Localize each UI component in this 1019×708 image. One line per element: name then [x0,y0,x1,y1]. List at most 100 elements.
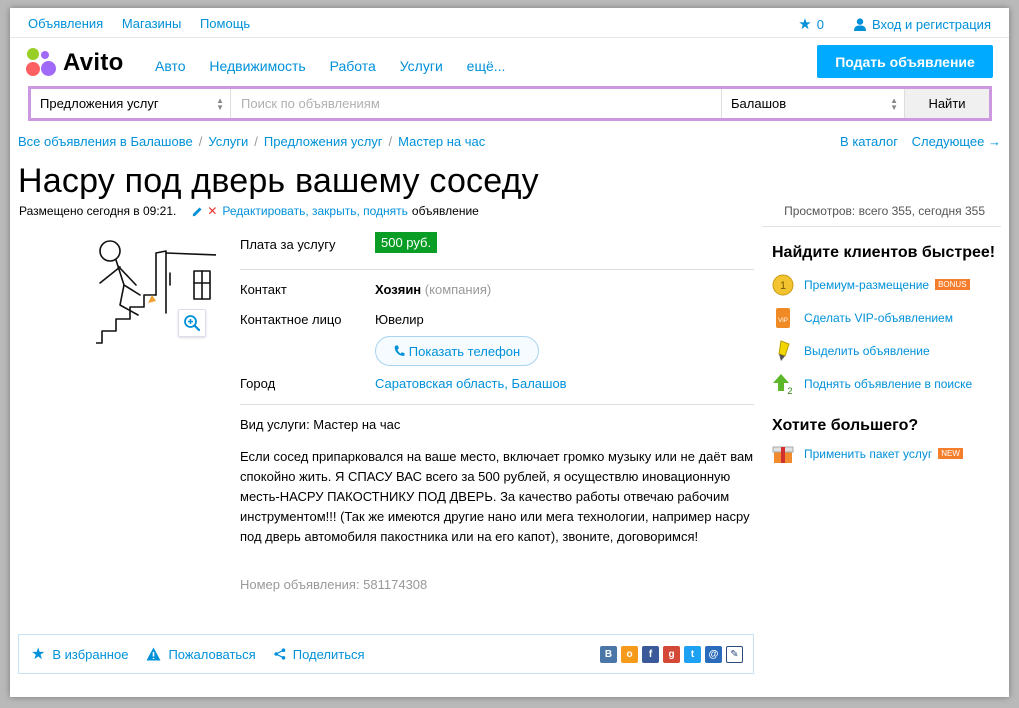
select-arrows-icon: ▲ ▼ [216,96,224,112]
add-to-favorites-button[interactable]: ★ В избранное [31,644,128,664]
show-phone-button[interactable]: Показать телефон [375,336,539,366]
favorites-link[interactable]: ★ 0 [798,15,824,33]
more-heading: Хотите большего? [772,417,919,434]
price-wrap: 500 руб. [375,232,438,253]
raise-label: Поднять объявление в поиске [804,376,973,391]
report-button[interactable]: Пожаловаться [146,646,256,662]
city-link[interactable]: Саратовская область, Балашов [375,376,567,391]
top-link-shops[interactable]: Магазины [122,16,182,31]
top-right: ★ 0 Вход и регистрация [798,15,991,33]
premium-placement-link[interactable]: 1 Премиум-размещение BONUS [772,268,1001,301]
search-input[interactable]: Поиск по объявлениям [231,89,722,118]
report-label: Пожаловаться [168,646,256,662]
search-bar: Предложения услуг ▲ ▼ Поиск по объявления… [28,86,992,121]
post-ad-button[interactable]: Подать объявление [817,45,993,78]
edit-links[interactable]: ✕ Редактировать, закрыть, поднять [192,204,408,218]
logo-dots-icon [26,48,58,78]
vip-label: Сделать VIP-объявлением [804,310,953,325]
odnoklassniki-icon[interactable]: o [621,646,638,663]
posted-info: Размещено сегодня в 09:21. ✕ Редактирова… [19,204,479,218]
city-row: Город Саратовская область, Балашов [240,376,754,404]
zoom-in-icon [184,315,201,332]
zoom-button[interactable] [178,309,206,337]
city-select[interactable]: Балашов ▲ ▼ [722,89,905,118]
package-label: Применить пакет услуг [804,446,933,461]
edit-suffix: объявление [411,204,479,218]
city-value: Балашов [731,96,787,111]
catalog-link[interactable]: В каталог [840,134,898,149]
nav-services[interactable]: Услуги [400,58,443,74]
highlight-label: Выделить объявление [804,343,930,358]
breadcrumb-right: В каталог Следующее → [830,134,1001,149]
phone-row: Показать телефон [240,336,754,376]
contact-type: (компания) [424,282,492,297]
breadcrumb-item[interactable]: Все объявления в Балашове [18,134,193,149]
price-badge: 500 руб. [375,232,438,253]
new-badge: NEW [938,448,963,459]
vk-icon[interactable]: B [600,646,617,663]
next-link[interactable]: Следующее → [912,134,1001,149]
contact-label: Контакт [240,282,287,297]
top-bar: Объявления Магазины Помощь ★ 0 Вход и ре… [10,8,1009,38]
breadcrumb-item[interactable]: Услуги [208,134,248,149]
search-button[interactable]: Найти [905,89,989,118]
show-phone-label: Показать телефон [408,343,521,359]
breadcrumb-item[interactable]: Мастер на час [398,134,485,149]
price-label: Плата за услугу [240,237,336,252]
twitter-icon[interactable]: t [684,646,701,663]
share-button[interactable]: Поделиться [274,647,365,662]
contact-row: Контакт Хозяин (компания) [240,282,754,312]
vip-icon: VIP [772,306,794,330]
listing-params: Плата за услугу 500 руб. Контакт Хозяин … [240,232,754,592]
top-link-ads[interactable]: Объявления [28,16,103,31]
pencil-icon [193,207,202,216]
page-title: Насру под дверь вашему соседу [18,162,539,200]
category-select[interactable]: Предложения услуг ▲ ▼ [31,89,231,118]
person-value: Ювелир [375,312,424,327]
vip-link[interactable]: VIP Сделать VIP-объявлением [772,301,1001,334]
listing-description: Если сосед припарковался на ваше место, … [240,449,754,544]
login-link[interactable]: Вход и регистрация [853,16,991,32]
action-bar: ★ В избранное Пожаловаться Поделиться B … [18,634,754,674]
raise-link[interactable]: 2 Поднять объявление в поиске [772,367,1001,400]
star-icon: ★ [798,16,812,33]
views-counter: Просмотров: всего 355, сегодня 355 [784,204,985,218]
premium-label: Премиум-размещение [804,277,930,292]
page: Объявления Магазины Помощь ★ 0 Вход и ре… [10,8,1009,697]
marker-icon [772,339,794,363]
breadcrumb-item[interactable]: Предложения услуг [264,134,383,149]
phone-icon [394,345,405,356]
googleplus-icon[interactable]: g [663,646,680,663]
nav-realty[interactable]: Недвижимость [209,58,305,74]
user-icon [853,17,866,31]
main-nav: Авто Недвижимость Работа Услуги ещё... [155,58,525,74]
login-label: Вход и регистрация [871,16,991,32]
facebook-icon[interactable]: f [642,646,659,663]
person-label: Контактное лицо [240,312,342,327]
svg-text:1: 1 [780,280,786,292]
coin-icon: 1 [772,273,794,297]
package-link[interactable]: Применить пакет услуг NEW [772,437,1001,470]
nav-jobs[interactable]: Работа [330,58,376,74]
top-link-help[interactable]: Помощь [200,16,250,31]
ad-number: Номер объявления: 581174308 [240,577,428,592]
package-icon [772,442,794,466]
highlight-link[interactable]: Выделить объявление [772,334,1001,367]
service-type: Вид услуги: Мастер на час [240,417,401,432]
nav-auto[interactable]: Авто [155,58,186,74]
logo-text: Avito [63,49,124,76]
select-arrows-icon: ▲ ▼ [890,96,898,112]
promo-sidebar: Найдите клиентов быстрее! 1 Премиум-разм… [762,226,1001,470]
nav-more[interactable]: ещё... [467,58,506,74]
star-icon: ★ [31,646,46,663]
svg-text:2: 2 [787,386,792,395]
mailru-icon[interactable]: @ [705,646,722,663]
favorite-label: В избранное [52,646,129,662]
avito-logo[interactable]: Avito [26,48,124,78]
svg-text:VIP: VIP [778,318,788,324]
posted-date: Размещено сегодня в 09:21. [19,204,177,218]
breadcrumb: Все объявления в Балашове / Услуги / Предлож… [18,134,486,149]
livejournal-icon[interactable]: ✎ [726,646,743,663]
warning-icon [146,647,161,661]
contact-value: Хозяин (компания) [375,282,491,297]
